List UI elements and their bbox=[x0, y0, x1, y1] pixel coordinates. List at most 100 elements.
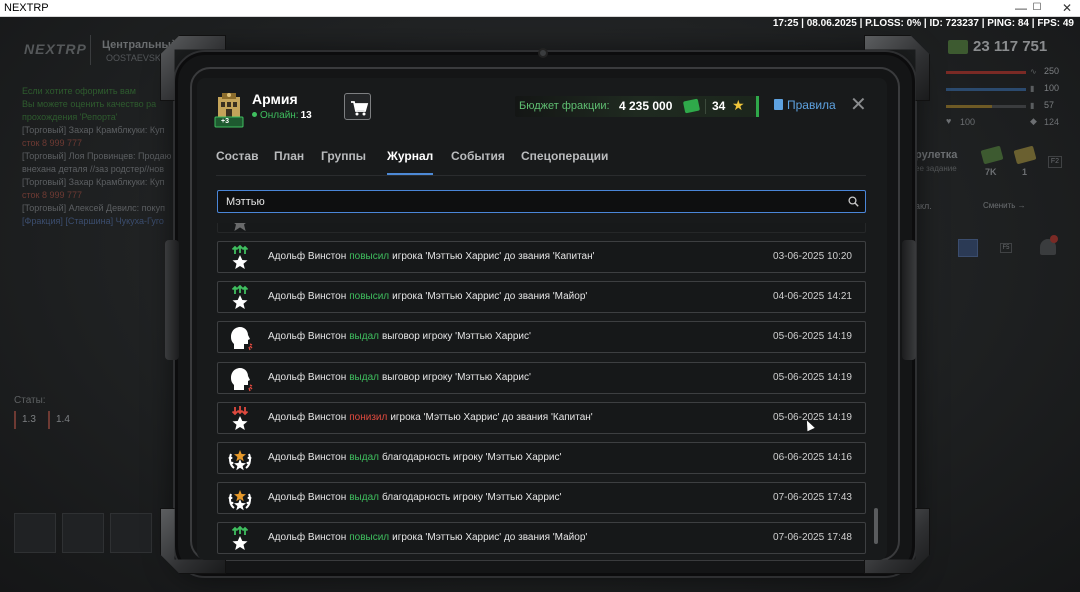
budget-accent bbox=[756, 96, 759, 117]
emblem-badge: +3 bbox=[221, 118, 229, 125]
online-label: Онлайн: bbox=[260, 110, 299, 121]
entry-details: игрока 'Мэттью Харрис' до звания 'Майор' bbox=[392, 291, 588, 303]
journal-list: Адольф Винстон повысил игрока 'Мэттью Харр… bbox=[217, 223, 867, 560]
server-logo: NEXTRP bbox=[24, 41, 87, 57]
faction-budget: Бюджет фракции: 4 235 000 34 ★ bbox=[515, 96, 759, 117]
tab-divider bbox=[216, 175, 866, 176]
f2-key: F2 bbox=[1048, 156, 1062, 168]
gratitude-icon bbox=[228, 490, 252, 511]
list-item[interactable]: Адольф Винстон выдал выговор игроку 'Мэтть… bbox=[217, 361, 866, 394]
entry-text: Адольф Винстон выдал благодарность игроку … bbox=[268, 492, 561, 503]
search-input[interactable] bbox=[226, 194, 836, 209]
tab-item[interactable]: Группы bbox=[321, 149, 366, 163]
tab-item[interactable]: Спецоперации bbox=[521, 149, 608, 163]
entry-details: игрока 'Мэттью Харрис' до звания 'Капита… bbox=[390, 411, 593, 423]
entry-date: 07-06-2025 17:43 bbox=[773, 492, 852, 504]
entry-date: 05-06-2025 14:19 bbox=[773, 371, 852, 383]
journal-scrollbar[interactable] bbox=[874, 508, 878, 544]
stats-label: Статы: bbox=[14, 395, 46, 406]
coin-icon bbox=[1013, 145, 1037, 165]
money-icon bbox=[948, 40, 968, 54]
chat-line: Вы можете оценить качество ра bbox=[22, 99, 157, 109]
list-item[interactable]: Адольф Винстон выдал благодарность игроку … bbox=[217, 442, 866, 474]
chat-line: [Торговый] Алексей Девилс: покуп bbox=[22, 203, 165, 213]
entry-actor: Адольф Винстон bbox=[268, 331, 347, 343]
entry-date: 03-06-2025 10:20 bbox=[773, 251, 852, 262]
entry-details: игрока 'Мэттью Харрис' до звания 'Капита… bbox=[392, 251, 595, 262]
entry-action: понизил bbox=[349, 411, 388, 423]
reprimand-icon bbox=[231, 327, 253, 351]
stat-value: 1.4 bbox=[48, 411, 76, 429]
entry-actor: Адольф Винстон bbox=[268, 532, 347, 544]
thirst-value: 100 bbox=[1044, 83, 1060, 93]
budget-divider bbox=[705, 99, 706, 114]
list-item[interactable]: Адольф Винстон повысил игрока 'Мэттью Харр… bbox=[217, 281, 866, 314]
health-value: 250 bbox=[1044, 66, 1060, 76]
chat-line: сток 8 999 777 bbox=[22, 190, 83, 200]
tab-item[interactable]: Состав bbox=[216, 149, 258, 163]
stat-value: 1.3 bbox=[14, 411, 42, 429]
hunger-icon: ▮ bbox=[1030, 101, 1035, 110]
close-window-button[interactable]: ✕ bbox=[1052, 0, 1080, 17]
window-titlebar: NEXTRP — ☐ ✕ bbox=[0, 0, 1080, 17]
tab-item[interactable]: События bbox=[451, 149, 505, 163]
roulette-title: рулетка bbox=[915, 149, 958, 161]
inventory-slot bbox=[14, 513, 56, 553]
entry-text: Адольф Винстон выдал выговор игроку 'Мэтть… bbox=[268, 372, 531, 383]
rules-link[interactable]: Правила bbox=[774, 98, 836, 112]
cart-icon bbox=[351, 101, 369, 116]
entry-details: игрока 'Мэттью Харрис' до звания 'Майор' bbox=[392, 532, 588, 544]
player-money: 23 117 751 bbox=[973, 38, 1048, 55]
list-item[interactable]: Адольф Винстон выдал выговор игроку 'Мэтть… bbox=[217, 321, 866, 354]
list-item[interactable]: Адольф Винстон понизил игрока 'Мэттью Харр… bbox=[217, 401, 866, 434]
list-item[interactable] bbox=[217, 223, 866, 233]
entry-action: выдал bbox=[349, 492, 379, 504]
entry-details: выговор игроку 'Мэттью Харрис' bbox=[381, 331, 531, 343]
tab-item[interactable]: Журнал bbox=[387, 149, 434, 175]
entry-details: выговор игроку 'Мэттью Харрис' bbox=[381, 371, 531, 383]
logo-divider bbox=[90, 35, 91, 65]
entry-text: Адольф Винстон повысил игрока 'Мэттью Харр… bbox=[268, 251, 595, 262]
entry-date: 05-06-2025 14:19 bbox=[773, 411, 852, 423]
list-item[interactable]: Адольф Винстон выдал благодарность игроку … bbox=[217, 482, 866, 515]
list-item[interactable]: Адольф Винстон повысил игрока 'Мэттью Харр… bbox=[217, 522, 866, 555]
budget-label: Бюджет фракции: bbox=[519, 100, 610, 112]
ad-label: акл. bbox=[915, 201, 932, 211]
online-dot bbox=[252, 112, 257, 117]
swap-label: Сменить → bbox=[983, 201, 1026, 210]
entry-action: повысил bbox=[349, 251, 390, 262]
shop-cart-button[interactable] bbox=[344, 93, 371, 120]
notification-dot bbox=[1050, 235, 1058, 243]
reprimand-icon bbox=[231, 367, 253, 391]
logo-text: NEXTRP bbox=[24, 41, 87, 57]
entry-action: выдал bbox=[349, 371, 379, 383]
armor-value: 124 bbox=[1044, 117, 1060, 127]
document-icon bbox=[774, 99, 783, 110]
health-bar bbox=[946, 71, 1026, 74]
close-panel-button[interactable]: ✕ bbox=[850, 95, 867, 115]
heartbeat-icon: ∿ bbox=[1030, 67, 1037, 76]
armor-icon: ◆ bbox=[1030, 116, 1037, 126]
entry-action: повысил bbox=[349, 291, 390, 303]
entry-date: 04-06-2025 14:21 bbox=[773, 291, 852, 303]
entry-date: 07-06-2025 17:48 bbox=[773, 532, 852, 544]
chat-line: внехана деталя //заз родстер//нов bbox=[22, 164, 165, 174]
entry-actor: Адольф Винстон bbox=[268, 251, 347, 262]
chat-line: Если хотите оформить вам bbox=[22, 86, 136, 96]
chat-line: [Торговый] Захар Крамблкуки: Куп bbox=[22, 177, 165, 187]
online-count: 13 bbox=[300, 110, 312, 121]
entry-actor: Адольф Винстон bbox=[268, 492, 347, 504]
calendar-icon bbox=[958, 239, 978, 257]
faction-panel: +3 Армия Онлайн: 13 Бюджет фракции: 4 235… bbox=[197, 78, 887, 560]
tab-item[interactable]: План bbox=[274, 149, 304, 163]
cash-reward: 7K bbox=[985, 167, 997, 177]
maximize-button[interactable]: ☐ bbox=[1022, 0, 1052, 17]
cash-icon bbox=[682, 98, 701, 114]
gratitude-icon bbox=[228, 450, 252, 471]
hunger-value: 57 bbox=[1044, 100, 1055, 110]
list-item[interactable]: Адольф Винстон повысил игрока 'Мэттью Харр… bbox=[217, 241, 866, 273]
online-indicator: Онлайн: 13 bbox=[252, 110, 312, 121]
search-icon[interactable] bbox=[848, 196, 859, 207]
chat-log: Если хотите оформить вам Вы можете оценит… bbox=[22, 85, 182, 228]
star-icon bbox=[234, 223, 246, 231]
